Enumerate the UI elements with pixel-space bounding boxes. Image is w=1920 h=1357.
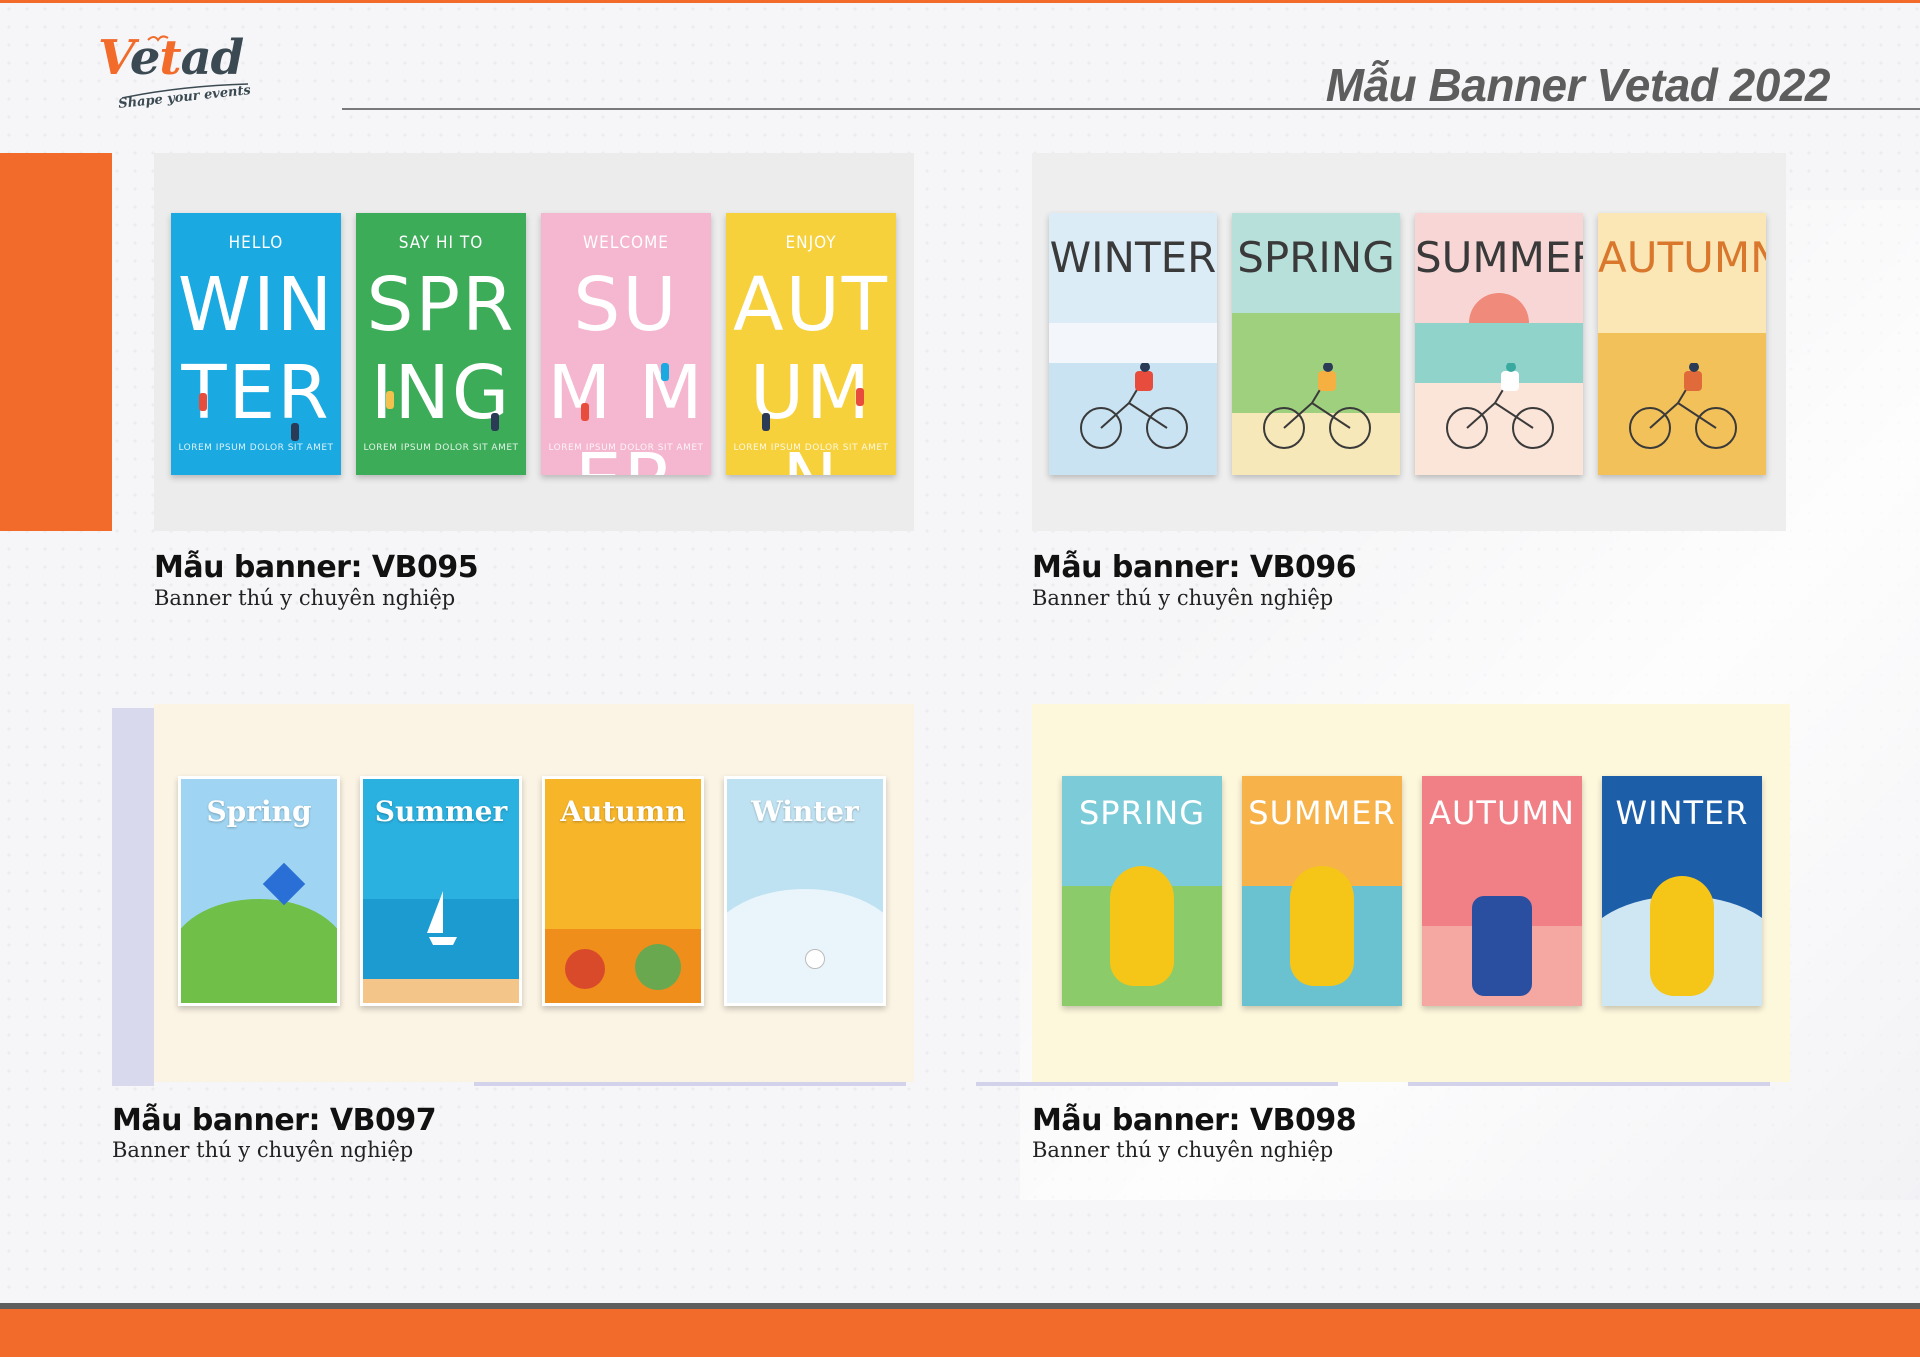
divider-line <box>1408 1082 1770 1086</box>
poster-kicker: WELCOME <box>583 233 669 253</box>
footer-orange-bar <box>0 1309 1920 1357</box>
banner-subtitle-vb095: Banner thú y chuyên nghiệp <box>154 586 456 610</box>
top-accent-strip <box>0 0 1920 3</box>
poster-headline: WINTER <box>1615 794 1749 832</box>
poster-summer: WELCOME SUM MER LOREM IPSUM DOLOR SIT AM… <box>541 213 711 475</box>
divider-line <box>544 1082 906 1086</box>
snowman-icon <box>805 949 825 969</box>
poster-spring: Spring <box>178 776 340 1006</box>
poster-summer: Summer <box>360 776 522 1006</box>
person-figure <box>199 393 207 411</box>
banner-title-vb095: Mẫu banner: VB095 <box>154 550 479 585</box>
poster-spring: SPRING <box>1232 213 1400 475</box>
bird-icon <box>147 35 169 42</box>
woman-hair-shape <box>1650 876 1714 996</box>
person-figure <box>762 413 770 431</box>
poster-headline: Autumn <box>560 795 686 828</box>
poster-autumn: AUTUMN <box>1422 776 1582 1006</box>
tree-shape <box>565 949 605 989</box>
poster-winter: Winter <box>724 776 886 1006</box>
poster-headline: SPRING <box>1078 794 1205 832</box>
poster-headline: Winter <box>751 795 859 828</box>
lavender-accent-block <box>112 708 154 1086</box>
poster-winter: WINTER <box>1049 213 1217 475</box>
beach-band <box>363 979 519 1003</box>
poster-headline: SUMMER <box>1415 233 1583 282</box>
banner-card-vb095[interactable]: HELLO WIN TER LOREM IPSUM DOLOR SIT AMET… <box>154 153 914 531</box>
logo-wordmark: Vetad <box>98 34 244 82</box>
poster-headline: Spring <box>206 795 312 828</box>
poster-spring: SAY HI TO SPR ING LOREM IPSUM DOLOR SIT … <box>356 213 526 475</box>
banner-subtitle-vb097: Banner thú y chuyên nghiệp <box>112 1138 414 1162</box>
poster-headline: Summer <box>374 795 508 828</box>
person-figure <box>661 363 669 381</box>
poster-footer: LOREM IPSUM DOLOR SIT AMET <box>178 443 334 453</box>
banner-subtitle-vb096: Banner thú y chuyên nghiệp <box>1032 586 1334 610</box>
poster-headline: AUTUMN <box>1598 233 1766 282</box>
sun-icon <box>1469 293 1529 323</box>
vetad-logo[interactable]: Vetad Shape your events <box>98 34 251 124</box>
banner-card-vb098[interactable]: SPRING SUMMER AUTUMN WINTER <box>1032 704 1790 1082</box>
snow-band <box>1049 323 1217 363</box>
tree-shape <box>635 944 681 990</box>
banner-subtitle-vb098: Banner thú y chuyên nghiệp <box>1032 1138 1334 1162</box>
poster-spring: SPRING <box>1062 776 1222 1006</box>
page-title: Mẫu Banner Vetad 2022 <box>1325 59 1831 111</box>
person-figure <box>856 388 864 406</box>
poster-winter: HELLO WIN TER LOREM IPSUM DOLOR SIT AMET <box>171 213 341 475</box>
banner-card-vb096[interactable]: WINTER SPRING SUMMER AUTUMN <box>1032 153 1786 531</box>
cyclist-icon <box>1080 363 1188 449</box>
poster-footer: LOREM IPSUM DOLOR SIT AMET <box>733 443 889 453</box>
header-divider <box>342 108 1920 110</box>
poster-kicker: SAY HI TO <box>398 233 484 253</box>
sailboat-icon <box>427 891 457 945</box>
poster-kicker: HELLO <box>228 233 284 253</box>
poster-autumn: ENJOY AUT UMN LOREM IPSUM DOLOR SIT AMET <box>726 213 896 475</box>
woman-hair-shape <box>1290 866 1354 986</box>
banner-card-vb097[interactable]: Spring Summer Autumn Winter <box>154 704 914 1082</box>
hill-shape <box>181 899 337 1003</box>
divider-line <box>474 1082 544 1086</box>
cyclist-icon <box>1446 363 1554 449</box>
poster-headline: WIN TER <box>177 262 335 436</box>
banner-title-vb097: Mẫu banner: VB097 <box>112 1103 437 1138</box>
poster-headline: SPR ING <box>366 262 516 436</box>
poster-summer: SUMMER <box>1415 213 1583 475</box>
poster-headline: SUMMER <box>1248 794 1396 832</box>
poster-autumn: Autumn <box>542 776 704 1006</box>
poster-autumn: AUTUMN <box>1598 213 1766 475</box>
poster-headline: WINTER <box>1049 233 1217 282</box>
banner-title-vb096: Mẫu banner: VB096 <box>1032 550 1357 585</box>
banner-title-vb098: Mẫu banner: VB098 <box>1032 1103 1357 1138</box>
divider-line <box>976 1082 1338 1086</box>
poster-footer: LOREM IPSUM DOLOR SIT AMET <box>548 443 704 453</box>
poster-headline: AUTUMN <box>1429 794 1575 832</box>
cyclist-icon <box>1629 363 1737 449</box>
snow-hill <box>727 889 883 1003</box>
woman-body-shape <box>1472 896 1532 996</box>
poster-summer: SUMMER <box>1242 776 1402 1006</box>
logo-letters-ad: ad <box>180 30 245 86</box>
poster-winter: WINTER <box>1602 776 1762 1006</box>
person-figure <box>491 413 499 431</box>
person-figure <box>386 391 394 409</box>
poster-footer: LOREM IPSUM DOLOR SIT AMET <box>363 443 519 453</box>
logo-letter-v: V <box>98 30 131 86</box>
orange-accent-block <box>0 153 112 531</box>
person-figure <box>291 423 299 441</box>
woman-hair-shape <box>1110 866 1174 986</box>
cyclist-icon <box>1263 363 1371 449</box>
person-figure <box>581 403 589 421</box>
poster-headline: SPRING <box>1237 233 1395 282</box>
poster-kicker: ENJOY <box>785 233 837 253</box>
